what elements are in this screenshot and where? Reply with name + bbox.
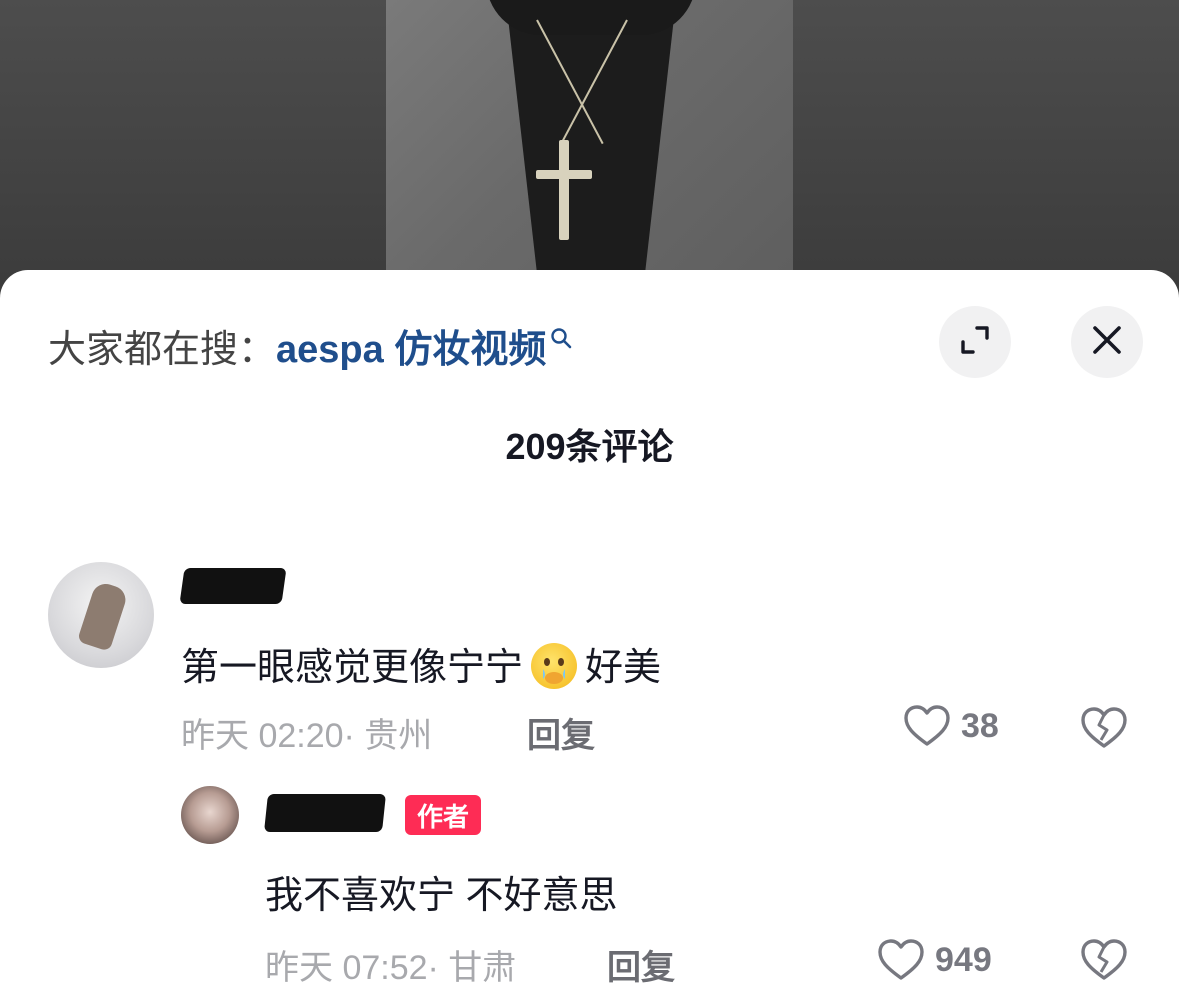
video-background [0, 0, 1179, 300]
avatar[interactable] [48, 562, 154, 668]
comment-sheet: 大家都在搜： aespa 仿妆视频 209条评论 第一眼感觉更像宁宁 好美 昨天… [0, 270, 1179, 1000]
broken-heart-icon [1081, 707, 1127, 748]
search-suggestion-keyword[interactable]: aespa 仿妆视频 [276, 318, 546, 373]
video-cross-vertical [559, 140, 569, 240]
search-icon [550, 327, 572, 365]
comment-text-part: 第一眼感觉更像宁宁 [181, 647, 524, 689]
comment-text: 我不喜欢宁 不好意思 [265, 875, 618, 917]
comment-count-title: 209条评论 [505, 426, 674, 467]
expand-icon [958, 323, 992, 362]
redacted-username [264, 794, 386, 832]
dislike-button[interactable] [1080, 938, 1128, 987]
heart-icon [878, 939, 924, 980]
avatar[interactable] [181, 786, 239, 844]
broken-heart-icon [1081, 939, 1127, 980]
comment-text: 第一眼感觉更像宁宁 好美 [181, 636, 661, 693]
like-button[interactable]: 38 [903, 704, 999, 748]
video-shirt [506, 0, 676, 300]
face-holding-back-tears-emoji [531, 642, 578, 689]
video-cross-horizontal [536, 170, 592, 179]
author-badge: 作者 [405, 795, 482, 835]
comment-meta: 昨天 02:20· 贵州 [181, 717, 433, 755]
close-button[interactable] [1071, 306, 1143, 378]
video-frame[interactable] [386, 0, 793, 300]
reply-button[interactable]: 回复 [527, 708, 595, 757]
comment-text-part: 好美 [585, 647, 662, 689]
expand-button[interactable] [939, 306, 1011, 378]
like-button[interactable]: 949 [877, 938, 992, 982]
search-suggestion[interactable]: 大家都在搜： aespa 仿妆视频 [48, 318, 572, 373]
like-count: 949 [935, 940, 992, 979]
avatar-figure [76, 580, 130, 652]
dislike-button[interactable] [1080, 706, 1128, 755]
heart-icon [904, 705, 950, 746]
like-count: 38 [961, 706, 999, 745]
comment-meta: 昨天 07:52· 甘肃 [265, 949, 517, 987]
redacted-username [179, 568, 287, 604]
reply-button[interactable]: 回复 [607, 940, 675, 989]
search-suggestion-prefix: 大家都在搜： [48, 329, 277, 371]
close-icon [1091, 324, 1123, 361]
